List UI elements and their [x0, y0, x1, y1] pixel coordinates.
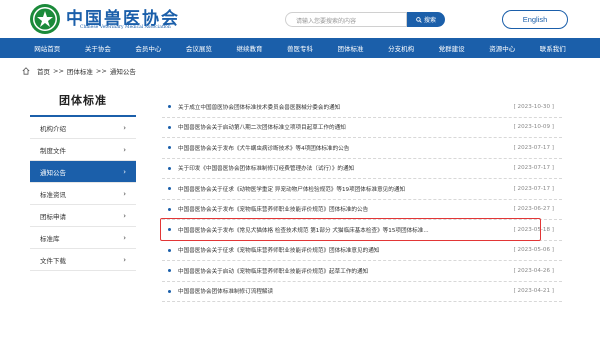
chevron-right-icon: › — [123, 189, 126, 198]
breadcrumb-separator: >> — [95, 67, 107, 75]
notice-list: 关于成立中国兽医协会团体标准技术委员会兽医器械分委会的通知 [ 2023-10-… — [162, 97, 562, 302]
search-button[interactable]: 搜索 — [407, 12, 445, 27]
bullet-icon — [168, 146, 171, 150]
notice-date: [ 2023-05-06 ] — [513, 247, 554, 254]
nav-party[interactable]: 党群建设 — [426, 38, 477, 58]
notice-date: [ 2023-10-30 ] — [513, 103, 554, 110]
sidebar-item-notices[interactable]: 通知公告 › — [30, 161, 136, 183]
association-logo[interactable] — [28, 3, 62, 35]
list-item[interactable]: 中国兽医协会关于启动《宠物临床营养师职业技能评价规范》起草工作的通知 [ 202… — [162, 261, 562, 282]
list-item[interactable]: 中国兽医协会关于征求《宠物临床营养师职业技能评价规范》团体标准意见的通知 [ 2… — [162, 241, 562, 261]
search-input[interactable]: 请输入您要搜索的内容 — [285, 12, 407, 27]
nav-contact[interactable]: 联系我们 — [527, 38, 578, 58]
notice-title[interactable]: 中国兽医协会关于发布《常见犬猫体格 检查技术规范 第1部分 犬猫临床基本检查》等… — [178, 226, 494, 234]
main-nav: 网站首页 关于协会 会员中心 会议展览 继续教育 兽医专科 团体标准 分支机构 … — [0, 38, 600, 58]
chevron-right-icon: › — [123, 145, 126, 154]
sidebar: 团体标准 机构介绍 › 制度文件 › 通知公告 › 标准资讯 › 团标申请 › … — [30, 85, 136, 271]
breadcrumb-notices[interactable]: 通知公告 — [110, 66, 136, 76]
bullet-icon — [168, 248, 171, 252]
chevron-right-icon: › — [123, 211, 126, 220]
bullet-icon — [168, 187, 171, 191]
list-item[interactable]: 中国兽医协会团体标准制修订流程解读 [ 2023-04-21 ] — [162, 282, 562, 302]
notice-title[interactable]: 中国兽医协会关于发布《宠物临床营养师职业技能评价规范》团体标准的公告 — [178, 205, 494, 213]
notice-title[interactable]: 中国兽医协会关于启动第八期二次团体标准立项项目起草工作的通知 — [178, 123, 494, 131]
site-header: 中国兽医协会 Chinese Veterinary Medical Associ… — [0, 0, 600, 38]
sidebar-item-label: 团标申请 — [40, 212, 66, 221]
nav-branches[interactable]: 分支机构 — [376, 38, 427, 58]
bullet-icon — [168, 207, 171, 211]
nav-education[interactable]: 继续教育 — [224, 38, 275, 58]
sidebar-item-label: 文件下载 — [40, 256, 66, 265]
chevron-right-icon: › — [123, 255, 126, 264]
bullet-icon — [168, 269, 171, 273]
sidebar-title: 团体标准 — [59, 94, 107, 107]
breadcrumb-home[interactable]: 首页 — [37, 66, 50, 76]
notice-date: [ 2023-07-17 ] — [513, 165, 554, 172]
nav-events[interactable]: 会议展览 — [174, 38, 225, 58]
sidebar-list: 机构介绍 › 制度文件 › 通知公告 › 标准资讯 › 团标申请 › 标准库 ›… — [30, 115, 136, 271]
notice-title[interactable]: 关于成立中国兽医协会团体标准技术委员会兽医器械分委会的通知 — [178, 103, 494, 111]
search-button-label: 搜索 — [423, 17, 436, 24]
list-item[interactable]: 关于印发《中国兽医协会团体标准制修订经费管理办法（试行）》的通知 [ 2023-… — [162, 159, 562, 179]
sidebar-item-application[interactable]: 团标申请 › — [30, 205, 136, 227]
notice-title[interactable]: 中国兽医协会关于发布《犬牛螨虫病诊断技术》等4项团体标准的公告 — [178, 144, 494, 152]
breadcrumb: 首页 >> 团体标准 >> 通知公告 — [22, 65, 136, 77]
notice-title[interactable]: 中国兽医协会关于征求《宠物临床营养师职业技能评价规范》团体标准意见的通知 — [178, 246, 494, 254]
notice-date: [ 2023-07-17 ] — [513, 185, 554, 192]
sidebar-item-label: 标准库 — [40, 234, 60, 243]
search-icon — [416, 16, 422, 23]
notice-date: [ 2023-05-18 ] — [513, 226, 554, 233]
notice-date: [ 2023-07-17 ] — [513, 144, 554, 151]
notice-date: [ 2023-06-27 ] — [513, 206, 554, 213]
sidebar-item-label: 标准资讯 — [40, 190, 66, 199]
chevron-right-icon: › — [123, 233, 126, 242]
home-icon — [22, 67, 30, 75]
list-item[interactable]: 中国兽医协会关于启动第八期二次团体标准立项项目起草工作的通知 [ 2023-10… — [162, 118, 562, 138]
list-item[interactable]: 关于成立中国兽医协会团体标准技术委员会兽医器械分委会的通知 [ 2023-10-… — [162, 97, 562, 118]
sidebar-item-label: 通知公告 — [40, 168, 66, 177]
nav-home[interactable]: 网站首页 — [22, 38, 73, 58]
sidebar-item-regulations[interactable]: 制度文件 › — [30, 139, 136, 161]
nav-specialty[interactable]: 兽医专科 — [275, 38, 326, 58]
breadcrumb-standards[interactable]: 团体标准 — [67, 66, 93, 76]
sidebar-item-label: 制度文件 — [40, 146, 66, 155]
chevron-right-icon: › — [123, 123, 126, 132]
notice-title[interactable]: 中国兽医协会关于启动《宠物临床营养师职业技能评价规范》起草工作的通知 — [178, 267, 494, 275]
list-item[interactable]: 中国兽医协会关于发布《常见犬猫体格 检查技术规范 第1部分 犬猫临床基本检查》等… — [162, 220, 562, 241]
sidebar-item-label: 机构介绍 — [40, 124, 66, 133]
bullet-icon — [168, 125, 171, 129]
bullet-icon — [168, 105, 171, 109]
nav-resources[interactable]: 资源中心 — [477, 38, 528, 58]
bullet-icon — [168, 289, 171, 293]
nav-members[interactable]: 会员中心 — [123, 38, 174, 58]
english-button[interactable]: English — [502, 10, 568, 29]
notice-title[interactable]: 中国兽医协会团体标准制修订流程解读 — [178, 287, 494, 295]
sidebar-item-downloads[interactable]: 文件下载 › — [30, 249, 136, 271]
list-item[interactable]: 中国兽医协会关于发布《犬牛螨虫病诊断技术》等4项团体标准的公告 [ 2023-0… — [162, 138, 562, 159]
nav-standards[interactable]: 团体标准 — [325, 38, 376, 58]
list-item-highlighted[interactable]: 中国兽医协会关于发布《宠物临床营养师职业技能评价规范》团体标准的公告 [ 202… — [162, 200, 562, 220]
notice-date: [ 2023-04-26 ] — [513, 267, 554, 274]
sidebar-item-news[interactable]: 标准资讯 › — [30, 183, 136, 205]
notice-title[interactable]: 中国兽医协会关于征求《动物医学重定 异宠动物尸体检验规范》等19项团体标准意见的… — [178, 185, 494, 193]
chevron-right-icon: › — [123, 167, 126, 176]
bullet-icon — [168, 166, 171, 170]
breadcrumb-separator: >> — [53, 67, 64, 75]
nav-about[interactable]: 关于协会 — [73, 38, 124, 58]
list-item[interactable]: 中国兽医协会关于征求《动物医学重定 异宠动物尸体检验规范》等19项团体标准意见的… — [162, 179, 562, 200]
notice-title[interactable]: 关于印发《中国兽医协会团体标准制修订经费管理办法（试行）》的通知 — [178, 164, 494, 172]
brand-name-en: Chinese Veterinary Medical Association — [80, 25, 171, 30]
notice-date: [ 2023-04-21 ] — [513, 288, 554, 295]
sidebar-item-intro[interactable]: 机构介绍 › — [30, 117, 136, 139]
bullet-icon — [168, 228, 171, 232]
sidebar-item-library[interactable]: 标准库 › — [30, 227, 136, 249]
notice-date: [ 2023-10-09 ] — [513, 124, 554, 131]
